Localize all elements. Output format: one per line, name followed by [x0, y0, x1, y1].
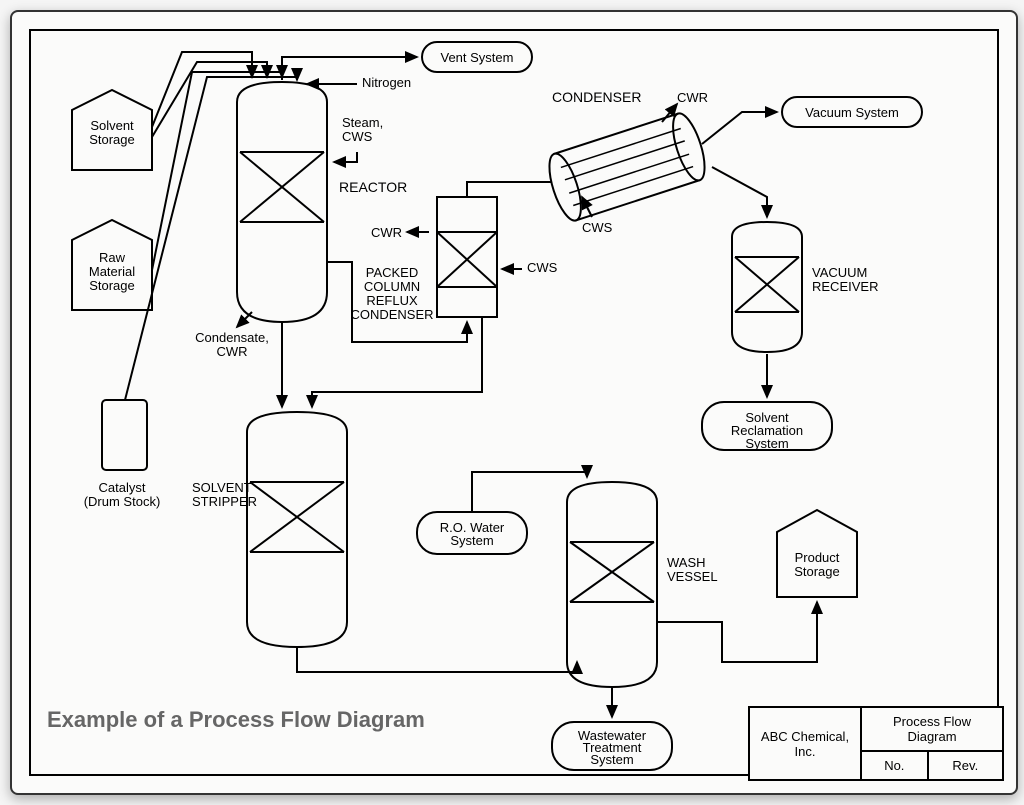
raw-material-storage-shape: RawMaterialStorage — [72, 220, 152, 310]
svg-text:SOLVENTSTRIPPER: SOLVENTSTRIPPER — [192, 480, 257, 509]
process-flow-svg: SolventStorage RawMaterialStorage Cataly… — [22, 22, 1006, 783]
svg-text:CWR: CWR — [677, 90, 708, 105]
svg-text:WASHVESSEL: WASHVESSEL — [667, 555, 718, 584]
svg-text:CWS: CWS — [582, 220, 613, 235]
wastewater-shape: WastewaterTreatmentSystem — [552, 722, 672, 770]
solvent-reclamation-shape: SolventReclamationSystem — [702, 402, 832, 451]
svg-text:Steam,CWS: Steam,CWS — [342, 115, 383, 144]
condenser-shape — [543, 110, 711, 224]
nitrogen-label: Nitrogen — [362, 75, 411, 90]
svg-text:VACUUMRECEIVER: VACUUMRECEIVER — [812, 265, 878, 294]
title-company: ABC Chemical, Inc. — [749, 707, 861, 780]
ro-water-shape: R.O. WaterSystem — [417, 512, 527, 554]
packed-column-shape: PACKEDCOLUMNREFLUXCONDENSER — [350, 197, 497, 322]
svg-text:RawMaterialStorage: RawMaterialStorage — [89, 250, 135, 293]
svg-text:ProductStorage: ProductStorage — [794, 550, 840, 579]
solvent-stripper-shape: SOLVENTSTRIPPER — [192, 412, 347, 647]
svg-text:WastewaterTreatmentSystem: WastewaterTreatmentSystem — [578, 728, 647, 767]
title-block: ABC Chemical, Inc. Process Flow Diagram … — [748, 706, 1004, 781]
vacuum-system-shape: Vacuum System — [782, 97, 922, 127]
reactor-label: REACTOR — [339, 179, 407, 195]
solvent-storage-label: SolventStorage — [89, 118, 135, 147]
title-rev: Rev. — [928, 751, 1003, 780]
svg-text:CWR: CWR — [371, 225, 402, 240]
svg-text:Vacuum System: Vacuum System — [805, 105, 899, 120]
vent-system-shape: Vent System — [422, 42, 532, 72]
svg-text:PACKEDCOLUMNREFLUXCONDENSER: PACKEDCOLUMNREFLUXCONDENSER — [350, 265, 433, 322]
svg-text:CWS: CWS — [527, 260, 558, 275]
svg-text:SolventReclamationSystem: SolventReclamationSystem — [731, 410, 803, 451]
diagram-caption: Example of a Process Flow Diagram — [47, 707, 425, 733]
solvent-storage-shape: SolventStorage — [72, 90, 152, 170]
vacuum-receiver-shape: VACUUMRECEIVER — [732, 222, 878, 352]
diagram-frame: SolventStorage RawMaterialStorage Cataly… — [10, 10, 1018, 795]
svg-text:Vent System: Vent System — [441, 50, 514, 65]
product-storage-shape: ProductStorage — [777, 510, 857, 597]
catalyst-shape: Catalyst(Drum Stock) — [84, 400, 161, 509]
condenser-label: CONDENSER — [552, 89, 641, 105]
title-no: No. — [861, 751, 928, 780]
wash-vessel-shape: WASHVESSEL — [567, 482, 718, 687]
svg-text:Condensate,CWR: Condensate,CWR — [195, 330, 269, 359]
svg-text:Catalyst(Drum Stock): Catalyst(Drum Stock) — [84, 480, 161, 509]
title-title: Process Flow Diagram — [861, 707, 1003, 751]
svg-text:R.O. WaterSystem: R.O. WaterSystem — [440, 520, 505, 548]
